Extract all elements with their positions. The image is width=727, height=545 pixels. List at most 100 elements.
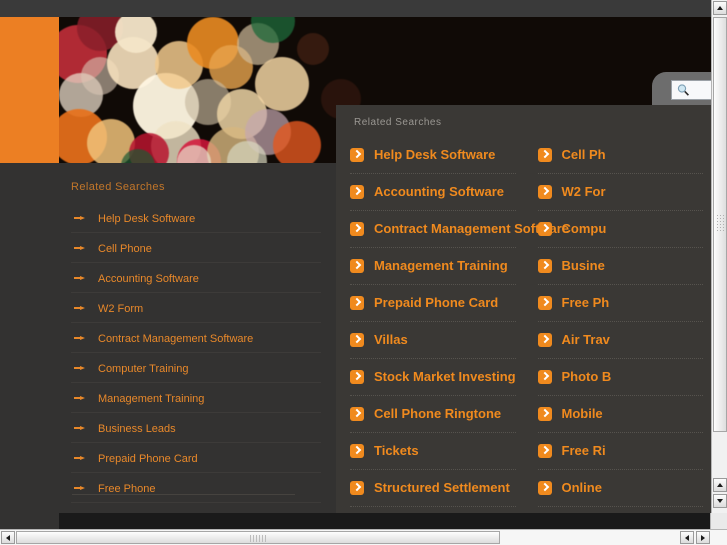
list-item[interactable]: Villas — [350, 322, 516, 359]
list-item-label: Help Desk Software — [374, 147, 496, 162]
chevron-right-icon — [537, 481, 552, 495]
list-item[interactable]: Cell Phone — [71, 233, 321, 263]
list-item[interactable]: Structured Settlement — [350, 470, 516, 507]
list-item[interactable]: Stock Market Investing — [350, 359, 516, 396]
chevron-right-icon — [350, 222, 364, 236]
horizontal-scrollbar-thumb[interactable] — [16, 531, 500, 544]
list-item[interactable]: Accounting Software — [350, 174, 516, 211]
list-item[interactable]: Help Desk Software — [350, 137, 516, 174]
scroll-up-button-secondary[interactable] — [713, 478, 727, 492]
list-item[interactable]: Prepaid Phone Card — [350, 285, 516, 322]
chevron-right-icon — [350, 481, 364, 495]
list-item[interactable]: Management Training — [71, 383, 321, 413]
page-canvas: Related Searches Help Desk Software Cell… — [0, 0, 711, 529]
browser-viewport: Related Searches Help Desk Software Cell… — [0, 0, 727, 545]
list-item-label: Mobile — [561, 406, 603, 421]
list-item-label: Busine — [561, 258, 605, 273]
scroll-up-button[interactable] — [713, 1, 727, 15]
list-item-label: Cell Phone — [98, 243, 152, 255]
chevron-right-icon — [537, 407, 552, 421]
list-item-label: Cell Ph — [561, 147, 606, 162]
list-item[interactable]: Free Ph — [537, 285, 703, 322]
chevron-right-icon — [350, 296, 364, 310]
chevron-right-icon — [537, 222, 552, 236]
list-item[interactable]: W2 Form — [71, 293, 321, 323]
list-item[interactable]: Management Training — [350, 248, 516, 285]
list-item-label: Free Ri — [561, 443, 606, 458]
overlay-left-column: Help Desk Software Accounting Software C… — [336, 137, 569, 507]
footer-strip — [59, 513, 711, 529]
list-item[interactable]: Compu — [537, 211, 703, 248]
list-item-label: Villas — [374, 332, 408, 347]
list-item-label: Computer Training — [98, 363, 189, 375]
arrow-bullet-icon — [74, 396, 85, 400]
list-item-label: Accounting Software — [374, 184, 505, 199]
list-item[interactable]: Busine — [537, 248, 703, 285]
list-item[interactable]: Free Ri — [537, 433, 703, 470]
chevron-right-icon — [350, 333, 364, 347]
scroll-left-button[interactable] — [1, 531, 15, 544]
list-item-label: W2 For — [561, 184, 606, 199]
list-item[interactable]: Free Phone — [71, 473, 321, 503]
chevron-right-icon — [537, 148, 552, 162]
scrollbar-grip — [717, 215, 725, 233]
chevron-right-icon — [537, 444, 552, 458]
scrollbar-grip — [250, 535, 268, 542]
list-item[interactable]: Cell Ph — [537, 137, 703, 174]
list-item-label: Free Ph — [561, 295, 610, 310]
search-icon — [677, 84, 689, 96]
list-item[interactable]: Air Trav — [537, 322, 703, 359]
scroll-left-button-secondary[interactable] — [680, 531, 694, 544]
list-item[interactable]: W2 For — [537, 174, 703, 211]
horizontal-scrollbar[interactable] — [0, 529, 727, 545]
list-item-label: Prepaid Phone Card — [374, 295, 499, 310]
scroll-up-arrow-icon — [717, 6, 723, 10]
arrow-bullet-icon — [74, 366, 85, 370]
list-item-label: W2 Form — [98, 303, 144, 315]
list-item-label: Online — [561, 480, 602, 495]
list-item-label: Cell Phone Ringtone — [374, 406, 502, 421]
list-item-label: Contract Management Software — [98, 333, 254, 345]
list-item[interactable]: Mobile — [537, 396, 703, 433]
scroll-right-button[interactable] — [696, 531, 710, 544]
scroll-left-arrow-icon — [685, 535, 689, 541]
chevron-right-icon — [537, 333, 552, 347]
chevron-right-icon — [537, 296, 552, 310]
scrollbar-corner — [710, 513, 727, 529]
list-item-label: Air Trav — [561, 332, 610, 347]
list-item-label: Management Training — [374, 258, 508, 273]
list-item-label: Management Training — [98, 393, 205, 405]
chevron-right-icon — [350, 259, 364, 273]
list-item[interactable]: Computer Training — [71, 353, 321, 383]
list-item-label: Prepaid Phone Card — [98, 453, 198, 465]
list-item[interactable]: Prepaid Phone Card — [71, 443, 321, 473]
list-item[interactable]: Cell Phone Ringtone — [350, 396, 516, 433]
list-item[interactable]: Online — [537, 470, 703, 507]
footer-divider — [72, 494, 295, 495]
scroll-right-arrow-icon — [701, 535, 705, 541]
list-item-label: Tickets — [374, 443, 419, 458]
list-item-label: Compu — [561, 221, 607, 236]
list-item[interactable]: Help Desk Software — [71, 203, 321, 233]
search-input[interactable] — [671, 80, 711, 100]
vertical-scrollbar-thumb[interactable] — [713, 17, 727, 432]
page-top-strip — [0, 0, 711, 17]
related-searches-overlay: Related Searches Help Desk Software Acco… — [336, 105, 711, 513]
list-item[interactable]: Tickets — [350, 433, 516, 470]
list-item[interactable]: Contract Management Software — [71, 323, 321, 353]
scroll-down-button[interactable] — [713, 494, 727, 508]
list-item-label: Stock Market Investing — [374, 369, 516, 384]
list-item[interactable]: Accounting Software — [71, 263, 321, 293]
list-item[interactable]: Photo B — [537, 359, 703, 396]
vertical-scrollbar[interactable] — [711, 0, 727, 529]
arrow-bullet-icon — [74, 246, 85, 250]
list-item[interactable]: Contract Management Software — [350, 211, 569, 248]
list-item-label: Structured Settlement — [374, 480, 510, 495]
arrow-bullet-icon — [74, 276, 85, 280]
list-item-label: Accounting Software — [98, 273, 199, 285]
chevron-right-icon — [537, 185, 552, 199]
scroll-left-arrow-icon — [6, 535, 10, 541]
arrow-bullet-icon — [74, 486, 85, 490]
scroll-up-arrow-icon — [717, 483, 723, 487]
list-item[interactable]: Business Leads — [71, 413, 321, 443]
